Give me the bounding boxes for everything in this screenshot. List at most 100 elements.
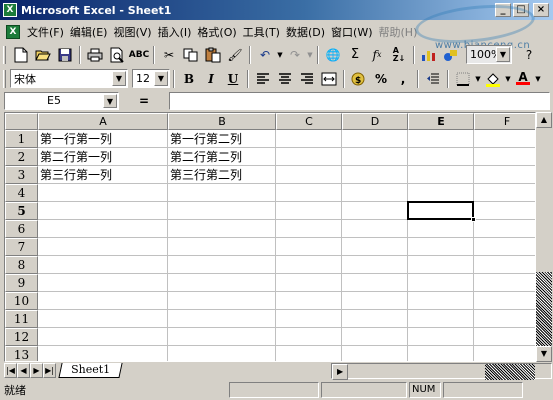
column-header-f[interactable]: F bbox=[474, 113, 535, 130]
cell-a1[interactable]: 第一行第一列 bbox=[38, 130, 168, 148]
comma-button[interactable]: , bbox=[392, 68, 414, 89]
row-header-6[interactable]: 6 bbox=[5, 220, 38, 238]
menu-window[interactable]: 窗口(W) bbox=[328, 24, 375, 40]
menu-file[interactable]: 文件(F) bbox=[24, 24, 67, 40]
cell-b1[interactable]: 第一行第二列 bbox=[168, 130, 276, 148]
align-center-icon[interactable] bbox=[274, 68, 296, 89]
row-header-13[interactable]: 13 bbox=[5, 346, 38, 361]
underline-button[interactable]: U bbox=[222, 68, 244, 89]
scroll-down-button[interactable]: ▼ bbox=[536, 346, 552, 362]
formula-input[interactable] bbox=[169, 91, 550, 110]
open-icon[interactable] bbox=[32, 44, 54, 65]
menu-format[interactable]: 格式(O) bbox=[194, 24, 239, 40]
font-size-select[interactable]: 12 ▼ bbox=[132, 69, 170, 88]
fill-color-icon[interactable] bbox=[482, 68, 504, 89]
decrease-indent-icon[interactable] bbox=[422, 68, 444, 89]
excel-icon[interactable]: X bbox=[3, 3, 17, 17]
row-header-10[interactable]: 10 bbox=[5, 292, 38, 310]
bold-button[interactable]: B bbox=[178, 68, 200, 89]
menu-view[interactable]: 视图(V) bbox=[110, 24, 154, 40]
row-header-7[interactable]: 7 bbox=[5, 238, 38, 256]
minimize-button[interactable]: _ bbox=[495, 3, 511, 17]
cut-icon[interactable]: ✂ bbox=[158, 44, 180, 65]
row-header-2[interactable]: 2 bbox=[5, 148, 38, 166]
undo-dropdown-icon[interactable]: ▼ bbox=[276, 44, 284, 65]
column-header-e[interactable]: E bbox=[408, 113, 474, 130]
horizontal-scroll-thumb[interactable] bbox=[485, 363, 535, 380]
merge-center-icon[interactable] bbox=[318, 68, 340, 89]
cell-a3[interactable]: 第三行第一列 bbox=[38, 166, 168, 184]
spelling-icon[interactable]: ABC bbox=[128, 44, 150, 65]
menu-help[interactable]: 帮助(H) bbox=[376, 24, 421, 40]
copy-icon[interactable] bbox=[180, 44, 202, 65]
italic-button[interactable]: I bbox=[200, 68, 222, 89]
chevron-down-icon[interactable]: ▼ bbox=[103, 93, 117, 108]
paste-icon[interactable] bbox=[202, 44, 224, 65]
new-icon[interactable] bbox=[10, 44, 32, 65]
close-button[interactable]: × bbox=[533, 3, 549, 17]
sheet-tab[interactable]: Sheet1 bbox=[58, 363, 123, 378]
row-header-12[interactable]: 12 bbox=[5, 328, 38, 346]
print-preview-icon[interactable] bbox=[106, 44, 128, 65]
chevron-down-icon[interactable]: ▼ bbox=[154, 71, 168, 86]
column-header-c[interactable]: C bbox=[276, 113, 342, 130]
zoom-select[interactable]: 100% ▼ bbox=[466, 45, 512, 64]
toolbar-grip[interactable] bbox=[3, 69, 6, 88]
row-header-1[interactable]: 1 bbox=[5, 130, 38, 148]
column-header-d[interactable]: D bbox=[342, 113, 408, 130]
format-painter-icon[interactable]: 🖌 bbox=[224, 44, 246, 65]
chart-wizard-icon[interactable] bbox=[418, 44, 440, 65]
percent-button[interactable]: % bbox=[370, 68, 392, 89]
save-icon[interactable] bbox=[54, 44, 76, 65]
column-header-a[interactable]: A bbox=[38, 113, 168, 130]
row-header-3[interactable]: 3 bbox=[5, 166, 38, 184]
scroll-track[interactable] bbox=[536, 128, 552, 272]
prev-sheet-button[interactable]: ◀ bbox=[17, 363, 30, 378]
worksheet-grid[interactable]: ABCDEF 1 2 3 4 5 6 7 8 9 10 11 12 13 第一行第一列 第一行第二列 第二行… bbox=[4, 112, 536, 362]
menu-data[interactable]: 数据(D) bbox=[283, 24, 328, 40]
cell-b3[interactable]: 第三行第二列 bbox=[168, 166, 276, 184]
chevron-down-icon[interactable]: ▼ bbox=[534, 68, 542, 89]
hyperlink-icon[interactable]: 🌐 bbox=[322, 44, 344, 65]
scroll-up-button[interactable]: ▲ bbox=[536, 112, 552, 128]
drawing-icon[interactable] bbox=[440, 44, 462, 65]
maximize-button[interactable]: □ bbox=[513, 3, 529, 17]
active-cell[interactable] bbox=[407, 201, 476, 222]
function-icon[interactable]: fx bbox=[366, 44, 388, 65]
undo-icon[interactable]: ↶ bbox=[254, 44, 276, 65]
next-sheet-button[interactable]: ▶ bbox=[30, 363, 43, 378]
font-select[interactable]: 宋体 ▼ bbox=[10, 69, 128, 88]
help-icon[interactable]: ? bbox=[518, 44, 540, 65]
menu-edit[interactable]: 编辑(E) bbox=[67, 24, 111, 40]
last-sheet-button[interactable]: ▶| bbox=[43, 363, 56, 378]
toolbar-grip[interactable] bbox=[3, 45, 6, 64]
chevron-down-icon[interactable]: ▼ bbox=[474, 68, 482, 89]
select-all-button[interactable] bbox=[5, 113, 38, 130]
row-header-8[interactable]: 8 bbox=[5, 256, 38, 274]
row-header-9[interactable]: 9 bbox=[5, 274, 38, 292]
menu-insert[interactable]: 插入(I) bbox=[155, 24, 195, 40]
menu-tools[interactable]: 工具(T) bbox=[240, 24, 283, 40]
sort-ascending-icon[interactable]: A Z↓ bbox=[388, 44, 410, 65]
first-sheet-button[interactable]: |◀ bbox=[4, 363, 17, 378]
row-header-4[interactable]: 4 bbox=[5, 184, 38, 202]
row-header-5[interactable]: 5 bbox=[5, 202, 38, 220]
edit-formula-button[interactable]: = bbox=[119, 94, 169, 108]
redo-dropdown-icon[interactable]: ▼ bbox=[306, 44, 314, 65]
chevron-down-icon[interactable]: ▼ bbox=[504, 68, 512, 89]
print-icon[interactable] bbox=[84, 44, 106, 65]
column-header-b[interactable]: B bbox=[168, 113, 276, 130]
scroll-thumb[interactable] bbox=[536, 272, 552, 346]
workbook-icon[interactable]: X bbox=[6, 24, 20, 39]
fill-handle[interactable] bbox=[471, 217, 476, 222]
borders-icon[interactable] bbox=[452, 68, 474, 89]
chevron-down-icon[interactable]: ▼ bbox=[112, 71, 126, 86]
scroll-right-button[interactable]: ▶ bbox=[332, 363, 349, 380]
font-color-icon[interactable]: A bbox=[512, 68, 534, 89]
horizontal-scrollbar[interactable]: ◀ ▶ bbox=[331, 362, 552, 380]
cell-a2[interactable]: 第二行第一列 bbox=[38, 148, 168, 166]
cell-b2[interactable]: 第二行第二列 bbox=[168, 148, 276, 166]
name-box[interactable]: E5 ▼ bbox=[4, 91, 119, 110]
autosum-icon[interactable]: Σ bbox=[344, 44, 366, 65]
align-left-icon[interactable] bbox=[252, 68, 274, 89]
